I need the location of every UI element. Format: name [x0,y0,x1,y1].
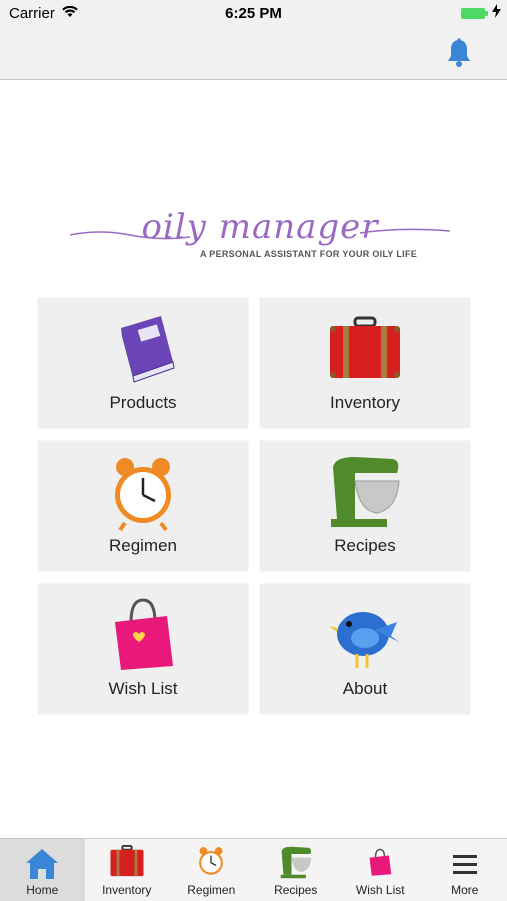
book-icon [103,310,183,390]
tab-label: Wish List [338,883,423,897]
tab-label: Recipes [254,883,339,897]
bluebird-icon [325,596,405,676]
suitcase-icon [325,310,405,390]
status-bar: Carrier 6:25 PM [0,0,507,28]
regimen-tile[interactable]: Regimen [38,441,248,571]
tile-label: Products [38,393,248,413]
products-tile[interactable]: Products [38,298,248,428]
tab-label: More [423,883,507,897]
about-tile[interactable]: About [260,584,470,714]
tile-label: Recipes [260,536,470,556]
battery-icon [461,8,485,19]
tab-wish-list[interactable]: Wish List [338,839,423,901]
tab-label: Home [0,883,85,897]
wish-list-tile[interactable]: Wish List [38,584,248,714]
shopping-bag-icon [365,845,395,881]
tab-regimen[interactable]: Regimen [169,839,254,901]
tab-label: Inventory [85,883,170,897]
recipes-tile[interactable]: Recipes [260,441,470,571]
tile-label: Regimen [38,536,248,556]
tab-more[interactable]: More [423,839,507,901]
shopping-bag-icon [103,596,183,676]
tab-home[interactable]: Home [0,839,85,901]
stand-mixer-icon [325,453,405,533]
app-logo: oily manager A PERSONAL ASSISTANT FOR YO… [70,215,450,285]
clock-time: 6:25 PM [0,5,507,22]
home-icon [24,845,60,881]
alarm-clock-icon [194,845,228,879]
tab-bar: Home Inventory Regimen Recipes [0,838,507,901]
tile-label: Wish List [38,679,248,699]
battery-tip [485,11,488,16]
tile-label: About [260,679,470,699]
stand-mixer-icon [278,845,314,881]
tab-inventory[interactable]: Inventory [85,839,170,901]
bell-icon[interactable] [445,38,473,68]
tab-recipes[interactable]: Recipes [254,839,339,901]
logo-title: oily manager [70,207,450,247]
alarm-clock-icon [103,453,183,533]
menu-icon [451,851,479,879]
charging-bolt-icon [492,4,501,18]
inventory-tile[interactable]: Inventory [260,298,470,428]
tab-label: Regimen [169,883,254,897]
logo-subtitle: A PERSONAL ASSISTANT FOR YOUR OILY LIFE [200,249,417,259]
navigation-bar [0,28,507,80]
tile-label: Inventory [260,393,470,413]
suitcase-icon [108,845,146,879]
